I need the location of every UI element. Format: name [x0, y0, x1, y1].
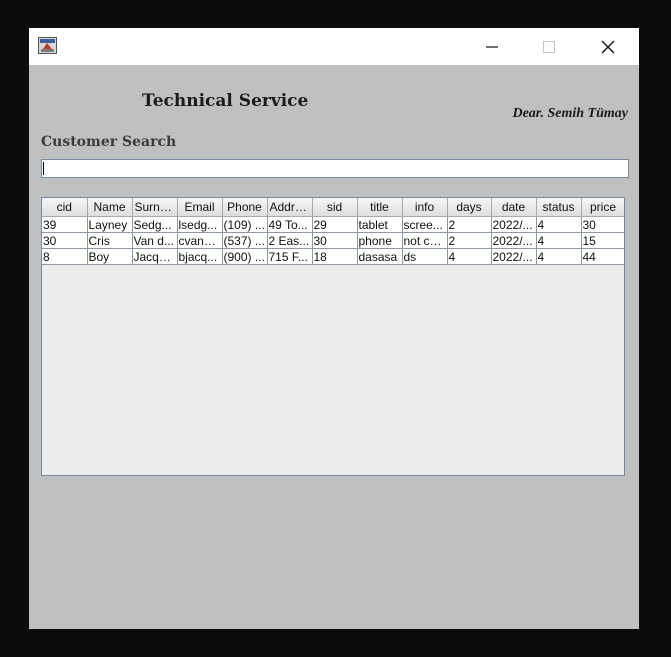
table-cell[interactable]: 15	[581, 232, 624, 249]
results-table-panel[interactable]: cid Name Surna... Email Phone Addre... s…	[41, 197, 625, 476]
user-greeting: Dear. Semih Tümay	[512, 106, 628, 121]
table-cell[interactable]: Boy	[87, 248, 133, 265]
column-header-name[interactable]: Name	[87, 198, 133, 217]
search-label: Customer Search	[41, 134, 177, 150]
column-header-address[interactable]: Addre...	[267, 198, 313, 217]
table-cell[interactable]: scree...	[402, 216, 448, 233]
column-header-price[interactable]: price	[581, 198, 624, 217]
table-cell[interactable]: 2	[447, 232, 492, 249]
table-cell[interactable]: 4	[536, 248, 582, 265]
table-cell[interactable]: 2022/...	[491, 248, 537, 265]
column-header-days[interactable]: days	[447, 198, 492, 217]
table-cell[interactable]: 8	[42, 248, 88, 265]
table-cell[interactable]: 49 To...	[267, 216, 313, 233]
table-cell[interactable]: 39	[42, 216, 88, 233]
table-cell[interactable]: (537) ...	[222, 232, 268, 249]
table-cell[interactable]: 29	[312, 216, 358, 233]
column-header-sid[interactable]: sid	[312, 198, 358, 217]
table-cell[interactable]: Sedg...	[132, 216, 178, 233]
table-cell[interactable]: (109) ...	[222, 216, 268, 233]
maximize-icon	[543, 40, 555, 53]
table-cell[interactable]: Cris	[87, 232, 133, 249]
table-cell[interactable]: Jacqu...	[132, 248, 178, 265]
table-cell[interactable]: 18	[312, 248, 358, 265]
table-cell[interactable]: dasasa	[357, 248, 403, 265]
table-cell[interactable]: 715 F...	[267, 248, 313, 265]
column-header-date[interactable]: date	[491, 198, 537, 217]
title-bar[interactable]	[29, 28, 639, 65]
column-header-phone[interactable]: Phone	[222, 198, 268, 217]
table-cell[interactable]: 4	[536, 232, 582, 249]
column-header-cid[interactable]: cid	[42, 198, 88, 217]
text-caret	[43, 162, 44, 175]
column-header-status[interactable]: status	[536, 198, 582, 217]
table-row[interactable]: 30 Cris Van d... cvand... (537) ... 2 Ea…	[42, 232, 624, 249]
close-button[interactable]	[585, 28, 631, 65]
table-cell[interactable]: 30	[42, 232, 88, 249]
column-header-info[interactable]: info	[402, 198, 448, 217]
table-cell[interactable]: 2022/...	[491, 232, 537, 249]
table-cell[interactable]: Van d...	[132, 232, 178, 249]
table-cell[interactable]: cvand...	[177, 232, 223, 249]
table-cell[interactable]: lsedg...	[177, 216, 223, 233]
table-cell[interactable]: not ch...	[402, 232, 448, 249]
column-header-email[interactable]: Email	[177, 198, 223, 217]
close-icon	[601, 40, 615, 53]
table-cell[interactable]: phone	[357, 232, 403, 249]
results-table: cid Name Surna... Email Phone Addre... s…	[42, 198, 624, 265]
table-cell[interactable]: 2022/...	[491, 216, 537, 233]
table-cell[interactable]: 4	[536, 216, 582, 233]
table-cell[interactable]: Layney	[87, 216, 133, 233]
table-cell[interactable]: 30	[312, 232, 358, 249]
maximize-button[interactable]	[526, 28, 572, 65]
table-cell[interactable]: tablet	[357, 216, 403, 233]
table-cell[interactable]: bjacq...	[177, 248, 223, 265]
table-header-row: cid Name Surna... Email Phone Addre... s…	[42, 198, 624, 217]
table-row[interactable]: 39 Layney Sedg... lsedg... (109) ... 49 …	[42, 216, 624, 233]
table-cell[interactable]: 30	[581, 216, 624, 233]
table-cell[interactable]: 44	[581, 248, 624, 265]
table-cell[interactable]: 2 Eas...	[267, 232, 313, 249]
minimize-button[interactable]	[469, 28, 515, 65]
column-header-title[interactable]: title	[357, 198, 403, 217]
table-cell[interactable]: 2	[447, 216, 492, 233]
app-window: Technical Service Dear. Semih Tümay Cust…	[29, 28, 639, 629]
table-row[interactable]: 8 Boy Jacqu... bjacq... (900) ... 715 F.…	[42, 248, 624, 265]
customer-search-input[interactable]	[41, 159, 629, 178]
table-cell[interactable]: ds	[402, 248, 448, 265]
minimize-icon	[486, 45, 498, 48]
table-cell[interactable]: 4	[447, 248, 492, 265]
column-header-surname[interactable]: Surna...	[132, 198, 178, 217]
java-app-icon	[38, 37, 57, 54]
page-title: Technical Service	[142, 91, 309, 111]
table-cell[interactable]: (900) ...	[222, 248, 268, 265]
